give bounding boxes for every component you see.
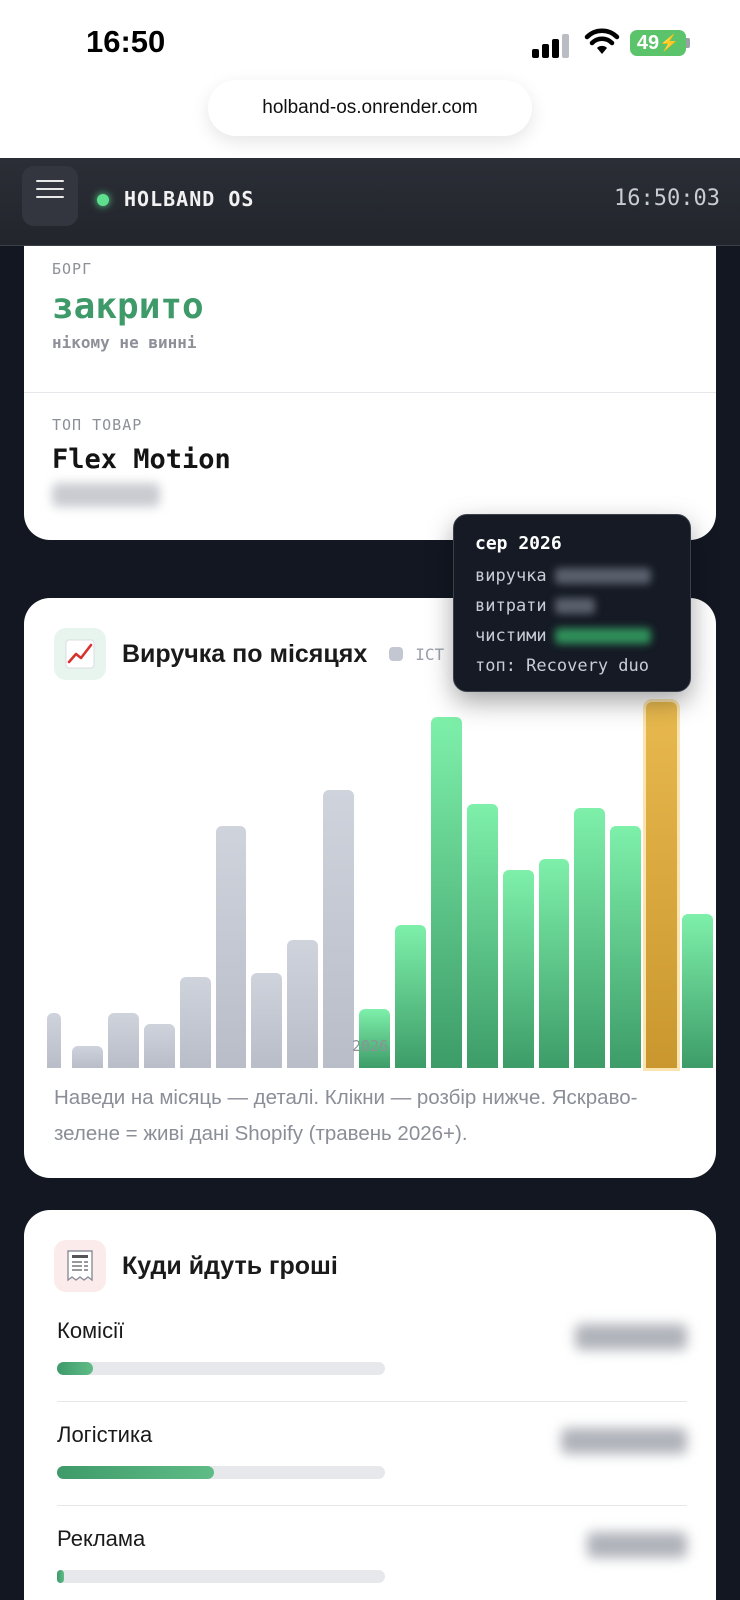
revenue-note: Наведи на місяць — деталі. Клікни — розб… [54, 1086, 638, 1145]
revenue-bar[interactable] [215, 826, 247, 1068]
expenses-card: Куди йдуть гроші Комісії Логістика Рекла… [24, 1210, 716, 1600]
top-product-name: Flex Motion [52, 444, 231, 475]
tooltip-top-row: топ: Recovery duo [475, 651, 669, 681]
tooltip-revenue-label: виручка [475, 566, 547, 586]
tooltip-net-label: чистими [475, 626, 547, 646]
tooltip-expenses-label: витрати [475, 596, 547, 616]
debt-kpi: БОРГ закрито нікому не винні [52, 260, 204, 352]
live-status-dot [97, 194, 109, 206]
header-clock: 16:50:03 [614, 186, 720, 211]
revenue-bar[interactable] [323, 789, 355, 1068]
app-brand: HOLBAND OS [124, 187, 255, 211]
top-product-amount-hidden [52, 483, 160, 507]
revenue-bar[interactable] [466, 804, 498, 1068]
x-axis-year-label: 2026 [351, 1037, 389, 1055]
revenue-bar-chart[interactable] [47, 698, 713, 1068]
legend-history-swatch [389, 647, 404, 661]
wifi-icon [584, 28, 620, 54]
expense-row[interactable]: Реклама [57, 1506, 687, 1600]
top-product-kpi: ТОП ТОВАР Flex Motion [52, 416, 231, 507]
tooltip-net-value-hidden [554, 628, 651, 644]
expenses-title: Куди йдуть гроші [122, 1251, 338, 1280]
debt-label: БОРГ [52, 260, 93, 278]
revenue-bar[interactable] [430, 716, 462, 1068]
tooltip-expenses-value-hidden [554, 598, 595, 614]
app-header: HOLBAND OS 16:50:03 [0, 158, 740, 246]
chart-up-icon [54, 628, 106, 680]
tooltip-net-row: чистими [475, 621, 669, 651]
status-bar: 16:50 49 ⚡ holband-os.onrender.com [0, 0, 740, 158]
expense-label: Комісії [57, 1318, 125, 1343]
url-text: holband-os.onrender.com [262, 97, 478, 118]
month-tooltip: сер 2026 виручка витрати чистими топ: Re… [453, 514, 691, 692]
cellular-signal-icon [532, 34, 572, 58]
tooltip-expenses-row: витрати [475, 591, 669, 621]
receipt-icon [54, 1240, 106, 1292]
url-bar[interactable]: holband-os.onrender.com [208, 80, 532, 136]
debt-value: закрито [52, 286, 204, 327]
battery-level: 49 [636, 31, 660, 54]
expense-amount-hidden [587, 1532, 687, 1558]
expense-label: Реклама [57, 1526, 146, 1551]
expense-amount-hidden [561, 1428, 687, 1454]
battery-cap [686, 38, 690, 48]
tooltip-revenue-value-hidden [554, 568, 651, 584]
expense-row[interactable]: Комісії [57, 1298, 687, 1402]
tooltip-top-product: топ: Recovery duo [475, 656, 649, 676]
revenue-bar[interactable] [574, 808, 606, 1068]
summary-card: БОРГ закрито нікому не винні ТОП ТОВАР F… [24, 220, 716, 540]
expense-bar-track [57, 1570, 385, 1583]
tooltip-revenue-row: виручка [475, 561, 669, 591]
tooltip-title: сер 2026 [475, 533, 562, 554]
expense-row[interactable]: Логістика [57, 1402, 687, 1506]
top-product-label: ТОП ТОВАР [52, 416, 143, 434]
revenue-bar[interactable] [646, 702, 678, 1068]
summary-divider [24, 392, 716, 393]
revenue-card-header: Виручка по місяцях ІСТ [54, 628, 444, 680]
battery-indicator: 49 ⚡ [630, 30, 686, 56]
revenue-title: Виручка по місяцях [122, 639, 368, 668]
menu-button[interactable] [22, 166, 78, 226]
legend-history-label: ІСТ [415, 644, 445, 664]
expense-bar-fill [57, 1466, 215, 1479]
expense-label: Логістика [57, 1422, 153, 1447]
revenue-bar[interactable] [610, 826, 642, 1068]
expense-bar-track [57, 1466, 385, 1479]
status-time: 16:50 [86, 24, 166, 59]
expense-amount-hidden [575, 1324, 687, 1350]
expense-bar-fill [57, 1570, 64, 1583]
debt-subtitle: нікому не винні [52, 333, 197, 352]
expense-bar-track [57, 1362, 385, 1375]
expenses-card-header: Куди йдуть гроші [54, 1240, 338, 1292]
expense-bar-fill [57, 1362, 94, 1375]
